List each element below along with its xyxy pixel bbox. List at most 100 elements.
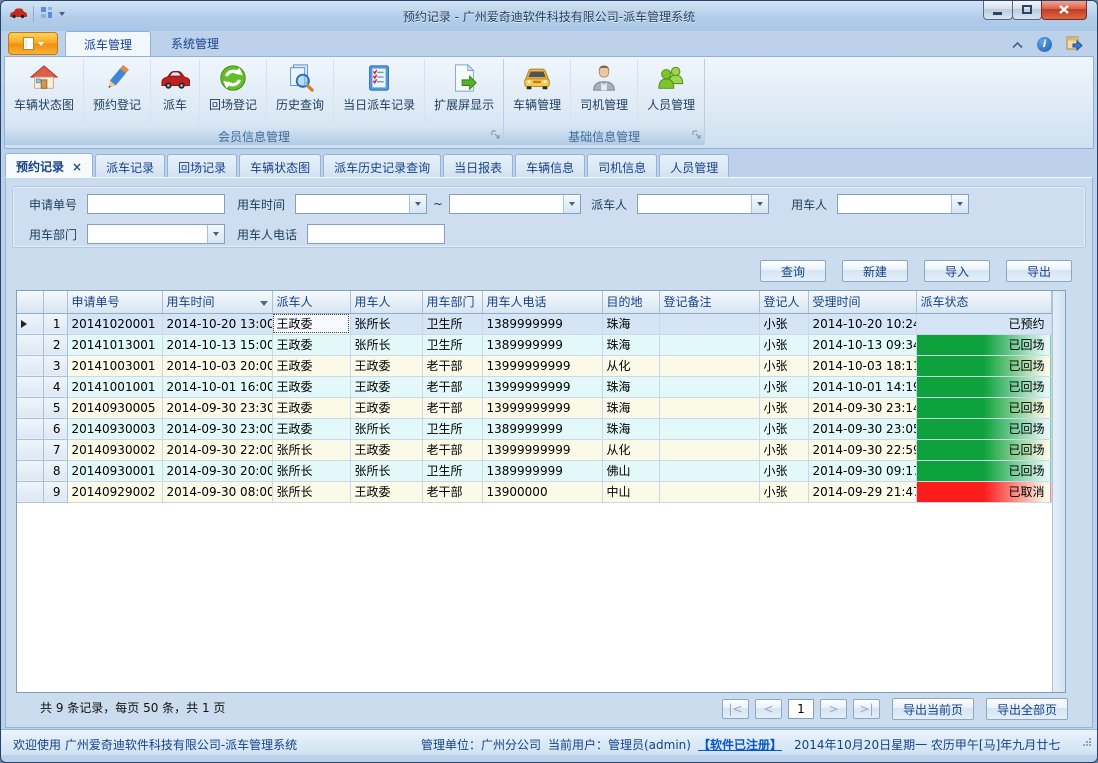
row-number[interactable]: 8 <box>43 460 67 481</box>
dispatcher-combobox[interactable] <box>637 194 769 214</box>
next-page-button[interactable]: > <box>820 699 847 719</box>
dispatch-status-cell[interactable]: 已回场 <box>916 439 1051 460</box>
tab-dispatch-records[interactable]: 派车记录 <box>95 154 165 177</box>
table-row[interactable]: 8201409300012014-09-30 20:00张所长张所长卫生所138… <box>17 460 1051 481</box>
collapse-ribbon-chevron-icon[interactable] <box>1012 38 1023 52</box>
dispatch-status-cell[interactable]: 已预约 <box>916 313 1051 334</box>
column-header[interactable]: 用车时间 <box>162 291 272 313</box>
ribbon-button-reservation-register[interactable]: 预约登记 <box>84 59 151 128</box>
cell[interactable]: 王政委 <box>350 376 422 397</box>
export-all-pages-button[interactable]: 导出全部页 <box>986 698 1068 720</box>
cell[interactable]: 张所长 <box>272 481 350 502</box>
cell[interactable] <box>659 418 759 439</box>
cell[interactable]: 珠海 <box>602 418 659 439</box>
table-row[interactable]: 4201410010012014-10-01 16:00王政委王政委老干部139… <box>17 376 1051 397</box>
row-number[interactable]: 6 <box>43 418 67 439</box>
form-switch-icon[interactable] <box>1066 35 1083 54</box>
cell[interactable]: 2014-10-13 09:34 <box>808 334 916 355</box>
cell[interactable]: 2014-10-01 14:19 <box>808 376 916 397</box>
cell[interactable] <box>659 355 759 376</box>
cell[interactable]: 1389999999 <box>482 460 602 481</box>
column-header-blank[interactable] <box>43 291 67 313</box>
row-indicator-cell[interactable] <box>17 355 43 376</box>
license-registered-link[interactable]: 【软件已注册】 <box>698 736 782 753</box>
cell[interactable]: 王政委 <box>350 355 422 376</box>
cell[interactable]: 20141003001 <box>67 355 162 376</box>
row-number[interactable]: 9 <box>43 481 67 502</box>
cell[interactable]: 2014-10-20 10:24 <box>808 313 916 334</box>
cell[interactable]: 小张 <box>759 418 808 439</box>
cell[interactable]: 卫生所 <box>422 460 482 481</box>
cell[interactable] <box>659 439 759 460</box>
cell[interactable]: 1389999999 <box>482 418 602 439</box>
dropdown-button[interactable] <box>951 195 968 213</box>
cell[interactable]: 卫生所 <box>422 334 482 355</box>
cell[interactable]: 王政委 <box>272 418 350 439</box>
cell[interactable]: 珠海 <box>602 313 659 334</box>
cell[interactable]: 老干部 <box>422 397 482 418</box>
new-button[interactable]: 新建 <box>842 260 908 282</box>
cell[interactable]: 老干部 <box>422 439 482 460</box>
cell[interactable]: 1389999999 <box>482 313 602 334</box>
cell[interactable]: 20140929002 <box>67 481 162 502</box>
tab-reservation-records[interactable]: 预约记录× <box>5 153 93 177</box>
tab-vehicle-info[interactable]: 车辆信息 <box>515 154 585 177</box>
dialog-launcher-icon[interactable] <box>491 128 500 142</box>
cell[interactable]: 20141001001 <box>67 376 162 397</box>
cell[interactable]: 2014-10-03 20:00 <box>162 355 272 376</box>
ribbon-button-personnel-management[interactable]: 人员管理 <box>638 59 704 128</box>
dropdown-button[interactable] <box>207 225 224 243</box>
table-row[interactable]: 2201410130012014-10-13 15:00王政委张所长卫生所138… <box>17 334 1051 355</box>
cell[interactable]: 老干部 <box>422 481 482 502</box>
column-header[interactable]: 登记人 <box>759 291 808 313</box>
row-number[interactable]: 7 <box>43 439 67 460</box>
title-bar[interactable]: 预约记录 - 广州爱奇迪软件科技有限公司-派车管理系统 <box>1 1 1097 31</box>
phone-input[interactable] <box>307 224 445 244</box>
row-number[interactable]: 3 <box>43 355 67 376</box>
cell[interactable] <box>659 397 759 418</box>
cell[interactable]: 13900000 <box>482 481 602 502</box>
cell[interactable]: 小张 <box>759 355 808 376</box>
import-button[interactable]: 导入 <box>924 260 990 282</box>
cell[interactable]: 2014-10-01 16:00 <box>162 376 272 397</box>
cell[interactable]: 中山 <box>602 481 659 502</box>
dropdown-button[interactable] <box>409 195 426 213</box>
cell[interactable] <box>659 460 759 481</box>
cell[interactable]: 13999999999 <box>482 355 602 376</box>
row-indicator-cell[interactable] <box>17 313 43 334</box>
row-indicator-cell[interactable] <box>17 334 43 355</box>
cell[interactable]: 2014-09-30 20:00 <box>162 460 272 481</box>
cell[interactable]: 1389999999 <box>482 334 602 355</box>
cell[interactable]: 王政委 <box>350 397 422 418</box>
cell[interactable]: 2014-09-30 23:14 <box>808 397 916 418</box>
cell[interactable]: 王政委 <box>350 481 422 502</box>
cell[interactable]: 张所长 <box>272 460 350 481</box>
info-icon[interactable]: i <box>1037 37 1052 52</box>
cell[interactable]: 张所长 <box>272 439 350 460</box>
cell[interactable]: 张所长 <box>350 334 422 355</box>
cell[interactable]: 2014-09-30 08:00 <box>162 481 272 502</box>
ribbon-button-dispatch[interactable]: 派车 <box>151 59 200 128</box>
cell[interactable]: 2014-10-03 18:11 <box>808 355 916 376</box>
cell[interactable]: 佛山 <box>602 460 659 481</box>
cell[interactable]: 老干部 <box>422 376 482 397</box>
table-row[interactable]: 9201409290022014-09-30 08:00张所长王政委老干部139… <box>17 481 1051 502</box>
column-header[interactable]: 派车状态 <box>916 291 1051 313</box>
column-header[interactable]: 登记备注 <box>659 291 759 313</box>
cell[interactable] <box>659 334 759 355</box>
tab-driver-info[interactable]: 司机信息 <box>587 154 657 177</box>
ribbon-button-driver-management[interactable]: 司机管理 <box>571 59 638 128</box>
table-row[interactable]: 6201409300032014-09-30 23:00王政委张所长卫生所138… <box>17 418 1051 439</box>
table-row[interactable]: 1201410200012014-10-20 13:00王政委张所长卫生所138… <box>17 313 1051 334</box>
row-indicator-cell[interactable] <box>17 376 43 397</box>
cell[interactable]: 20140930005 <box>67 397 162 418</box>
dispatch-status-cell[interactable]: 已回场 <box>916 334 1051 355</box>
cell[interactable]: 小张 <box>759 481 808 502</box>
prev-page-button[interactable]: < <box>755 699 782 719</box>
dropdown-button[interactable] <box>563 195 580 213</box>
close-tab-icon[interactable]: × <box>72 160 82 174</box>
column-header[interactable]: 受理时间 <box>808 291 916 313</box>
ribbon-tab-system-management[interactable]: 系统管理 <box>153 31 237 56</box>
use-time-to-combobox[interactable] <box>449 194 581 214</box>
column-header-blank[interactable] <box>17 291 43 313</box>
